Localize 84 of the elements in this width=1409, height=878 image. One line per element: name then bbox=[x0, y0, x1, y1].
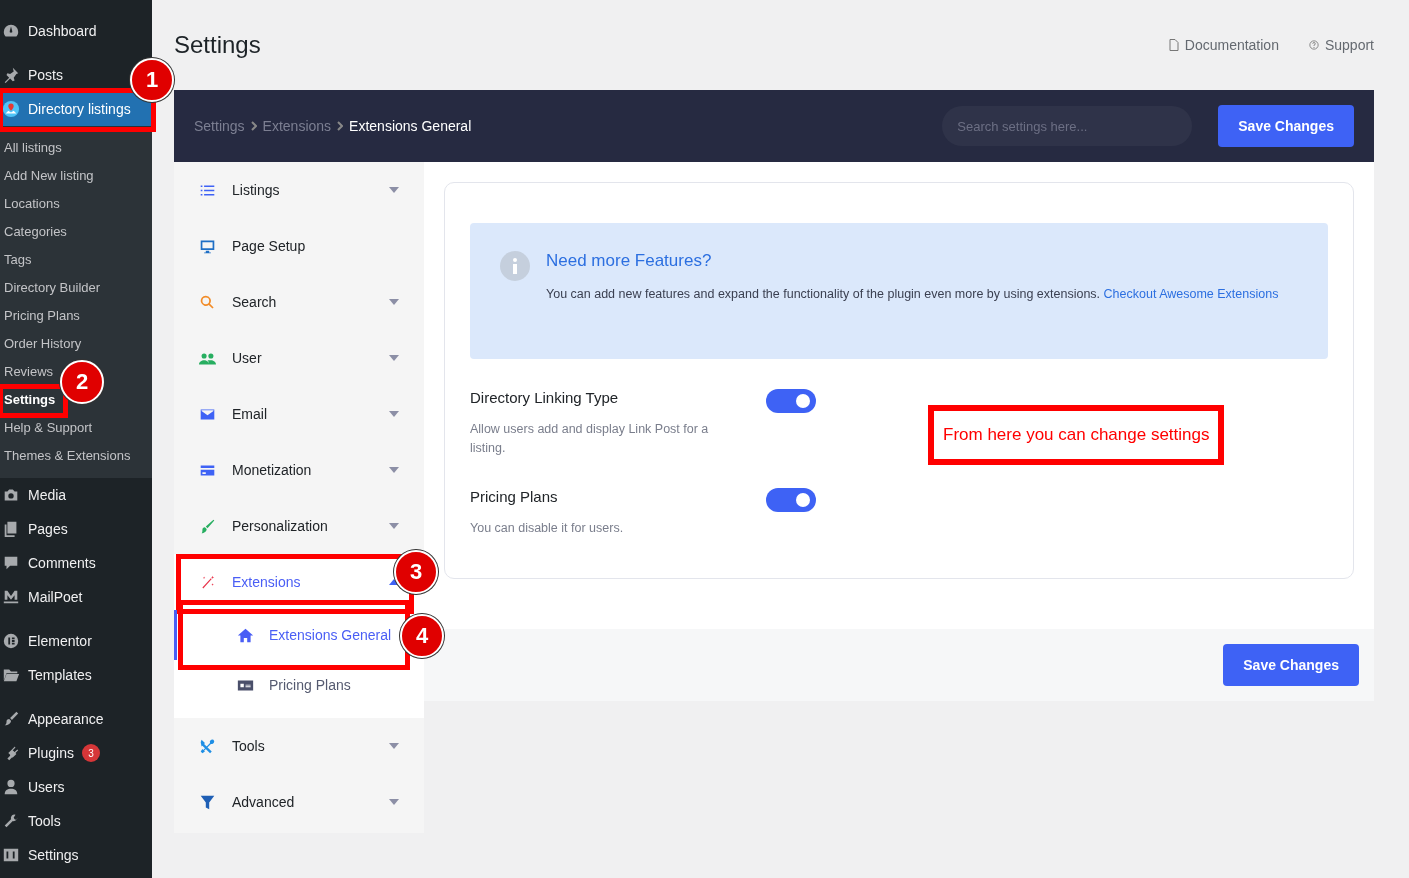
admin-menu-item[interactable]: Media bbox=[0, 478, 71, 512]
caret-down-icon bbox=[389, 467, 399, 473]
update-count-badge: 3 bbox=[81, 744, 100, 762]
admin-menu-item[interactable]: Pages bbox=[0, 512, 72, 546]
setting-description: Allow users add and display Link Post for a listing. bbox=[470, 421, 710, 457]
home-icon bbox=[237, 626, 254, 644]
admin-menu-item[interactable]: Comments bbox=[0, 546, 100, 580]
tools-icon bbox=[199, 737, 216, 755]
magic-wand-icon bbox=[199, 573, 216, 591]
question-icon bbox=[1308, 39, 1319, 51]
admin-submenu-item[interactable]: Categories bbox=[0, 218, 70, 246]
pushpin-icon bbox=[2, 66, 20, 84]
nav-item[interactable]: User bbox=[174, 330, 424, 386]
nav-item[interactable]: Tools bbox=[174, 718, 424, 774]
nav-item[interactable]: Advanced bbox=[174, 774, 424, 830]
nav-item[interactable]: Page Setup bbox=[174, 218, 424, 274]
admin-menu-item[interactable]: Users bbox=[0, 770, 69, 804]
toggle-switch[interactable] bbox=[766, 488, 816, 512]
step-marker: 4 bbox=[400, 614, 444, 658]
caret-down-icon bbox=[389, 355, 399, 361]
page-title: Settings bbox=[174, 31, 261, 59]
caret-down-icon bbox=[389, 187, 399, 193]
breadcrumb-item[interactable]: Settings bbox=[194, 118, 245, 134]
admin-menu-item[interactable]: Settings bbox=[0, 838, 83, 872]
breadcrumb-item: Extensions General bbox=[349, 118, 472, 134]
paintbrush-icon bbox=[2, 710, 20, 728]
setting-description: You can disable it for users. bbox=[470, 520, 625, 537]
save-changes-button[interactable]: Save Changes bbox=[1218, 105, 1354, 147]
brush-icon bbox=[199, 517, 216, 535]
admin-menu-item[interactable]: Appearance bbox=[0, 702, 108, 736]
chevron-right-icon bbox=[337, 121, 344, 131]
info-icon bbox=[500, 251, 530, 281]
user-icon bbox=[2, 778, 20, 796]
nav-subitem[interactable]: Pricing Plans bbox=[174, 660, 394, 710]
admin-menu-item[interactable]: MailPoet bbox=[0, 580, 87, 614]
search-field[interactable]: Search settings here... bbox=[942, 106, 1193, 146]
setting-label: Pricing Plans bbox=[470, 488, 559, 505]
admin-submenu-item[interactable]: Order History bbox=[0, 330, 85, 358]
admin-menu-item[interactable]: Posts bbox=[0, 58, 67, 92]
caret-down-icon bbox=[389, 411, 399, 417]
admin-menu-item[interactable]: Directory listings bbox=[0, 92, 152, 126]
admin-menu-item[interactable]: Dashboard bbox=[0, 14, 101, 48]
caret-down-icon bbox=[389, 299, 399, 305]
document-icon bbox=[1168, 39, 1179, 51]
breadcrumb-item[interactable]: Extensions bbox=[262, 118, 332, 134]
sliders-icon bbox=[2, 846, 20, 864]
admin-menu-item[interactable]: Elementor bbox=[0, 624, 96, 658]
admin-submenu-item[interactable]: Locations bbox=[0, 190, 63, 218]
map-pin-icon bbox=[2, 100, 20, 118]
caret-down-icon bbox=[389, 799, 399, 805]
admin-submenu-item[interactable]: Directory Builder bbox=[0, 274, 104, 302]
admin-menu-item[interactable]: Templates bbox=[0, 658, 96, 692]
nav-item[interactable]: Search bbox=[174, 274, 424, 330]
admin-submenu-item[interactable]: Themes & Extensions bbox=[0, 442, 134, 470]
help-link[interactable]: Support bbox=[1308, 37, 1374, 53]
admin-submenu-item[interactable]: Add New listing bbox=[0, 162, 97, 190]
search-icon bbox=[199, 293, 216, 311]
caret-down-icon bbox=[389, 743, 399, 749]
admin-menu-item[interactable]: Tools bbox=[0, 804, 65, 838]
save-changes-button[interactable]: Save Changes bbox=[1223, 644, 1359, 686]
nav-item[interactable]: Email bbox=[174, 386, 424, 442]
notice-title: Need more Features? bbox=[546, 251, 713, 271]
setting-label: Directory Linking Type bbox=[470, 389, 620, 406]
admin-submenu-item[interactable]: Settings bbox=[0, 386, 59, 414]
extensions-link[interactable]: Checkout Awesome Extensions bbox=[1103, 287, 1279, 301]
step-marker: 1 bbox=[130, 58, 174, 102]
nav-subitem[interactable]: Extensions General bbox=[174, 610, 394, 660]
help-link[interactable]: Documentation bbox=[1168, 37, 1279, 53]
admin-submenu-item[interactable]: Pricing Plans bbox=[0, 302, 83, 330]
letter-m-icon bbox=[2, 588, 20, 606]
nav-item[interactable]: Monetization bbox=[174, 442, 424, 498]
admin-menu-item[interactable]: Plugins 3 bbox=[0, 736, 104, 770]
callout-note: From here you can change settings bbox=[928, 405, 1225, 465]
toggle-switch[interactable] bbox=[766, 389, 816, 413]
admin-submenu-item[interactable]: All listings bbox=[0, 134, 65, 162]
step-marker: 2 bbox=[60, 360, 104, 404]
admin-submenu-item[interactable]: Reviews bbox=[0, 358, 57, 386]
admin-submenu-item[interactable]: Tags bbox=[0, 246, 35, 274]
chevron-right-icon bbox=[250, 121, 257, 131]
caret-down-icon bbox=[389, 523, 399, 529]
nav-item[interactable]: Listings bbox=[174, 162, 424, 218]
funnel-icon bbox=[199, 793, 216, 811]
admin-submenu-item[interactable]: Help & Support bbox=[0, 414, 96, 442]
notice-text: You can add new features and expand the functionality of the plugin even more by using extensions. Checkout Awesome Extensions bbox=[546, 286, 1279, 303]
